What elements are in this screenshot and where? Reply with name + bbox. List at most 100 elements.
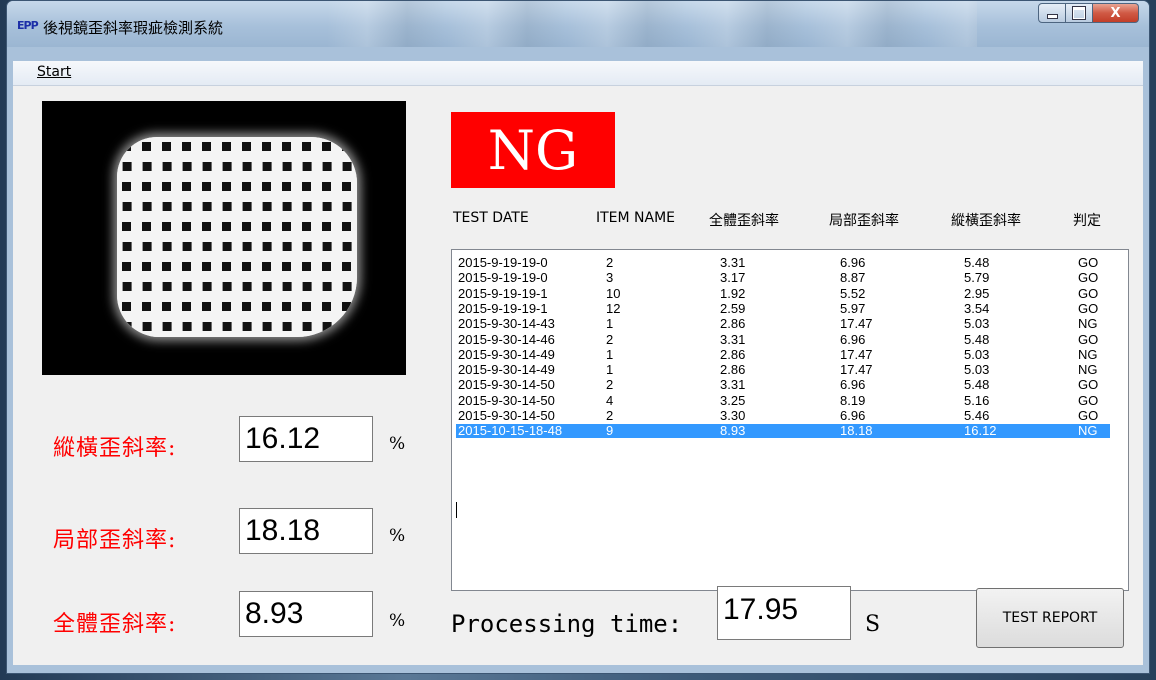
grid-square bbox=[222, 242, 232, 251]
grid-square bbox=[342, 222, 351, 231]
grid-square bbox=[242, 162, 252, 171]
grid-square bbox=[262, 162, 272, 171]
close-button[interactable]: X bbox=[1093, 3, 1139, 23]
menu-start-label: Start bbox=[37, 64, 72, 80]
grid-square bbox=[322, 222, 331, 231]
local-skew-unit: % bbox=[389, 526, 406, 546]
grid-square bbox=[142, 322, 152, 331]
grid-square bbox=[322, 302, 331, 311]
grid-square bbox=[342, 322, 352, 331]
grid-square bbox=[182, 142, 191, 151]
grid-square bbox=[222, 182, 231, 191]
grid-square bbox=[122, 142, 131, 151]
grid-square bbox=[182, 242, 192, 251]
grid-square bbox=[342, 182, 351, 191]
test-report-button[interactable]: TEST REPORT bbox=[976, 588, 1124, 648]
grid-square bbox=[242, 202, 252, 211]
cell-aspect: 5.46 bbox=[964, 408, 990, 423]
cell-judgement: GO bbox=[1078, 270, 1099, 286]
cell-judgement: GO bbox=[1078, 285, 1099, 301]
cell-overall: 2.86 bbox=[720, 316, 746, 332]
cell-local: 17.47 bbox=[840, 346, 873, 362]
grid-square bbox=[262, 302, 271, 311]
aspect-skew-field[interactable]: 16.12 bbox=[239, 416, 373, 462]
cell-date: 2015-10-15-18-48 bbox=[458, 423, 563, 439]
table-row[interactable]: 2015-9-19-19-1 10 1.92 5.52 2.95 GO bbox=[456, 285, 1110, 301]
grid-square bbox=[142, 202, 152, 211]
grid-square bbox=[202, 282, 212, 291]
header-overall-skew: 全體歪斜率 bbox=[709, 213, 779, 229]
aspect-skew-label: 縱橫歪斜率: bbox=[53, 436, 177, 461]
grid-square bbox=[242, 262, 251, 271]
processing-time-field[interactable]: 17.95 bbox=[717, 586, 851, 640]
menu-start[interactable]: Start bbox=[37, 64, 71, 80]
grid-square bbox=[182, 262, 191, 271]
cell-local: 17.47 bbox=[840, 316, 873, 332]
cell-aspect: 5.03 bbox=[964, 346, 990, 362]
grid-square bbox=[202, 182, 211, 191]
cell-item: 12 bbox=[606, 300, 621, 316]
cell-overall: 2.86 bbox=[720, 362, 746, 378]
cell-judgement: GO bbox=[1078, 300, 1099, 316]
table-row[interactable]: 2015-9-19-19-0 2 3.31 6.96 5.48 GO bbox=[456, 256, 1110, 270]
cell-item: 2 bbox=[606, 377, 614, 393]
grid-square bbox=[282, 262, 291, 271]
grid-square bbox=[342, 302, 351, 311]
table-row[interactable]: 2015-9-30-14-49 1 2.86 17.47 5.03 NG bbox=[456, 363, 1110, 377]
grid-square bbox=[142, 182, 151, 191]
grid-square bbox=[162, 282, 172, 291]
table-row[interactable]: 2015-9-19-19-0 3 3.17 8.87 5.79 GO bbox=[456, 271, 1110, 285]
table-row[interactable]: 2015-9-30-14-43 1 2.86 17.47 5.03 NG bbox=[456, 317, 1110, 331]
grid-square bbox=[122, 162, 132, 171]
grid-square bbox=[322, 142, 331, 151]
grid-square bbox=[142, 282, 152, 291]
grid-square bbox=[202, 322, 212, 331]
grid-square bbox=[222, 222, 231, 231]
window-title: 後視鏡歪斜率瑕疵檢測系統 bbox=[43, 19, 224, 37]
table-row[interactable]: 2015-9-30-14-50 4 3.25 8.19 5.16 GO bbox=[456, 392, 1110, 408]
header-aspect-skew: 縱橫歪斜率 bbox=[951, 213, 1021, 229]
maximize-icon bbox=[1073, 7, 1085, 19]
app-icon: EPP bbox=[17, 19, 39, 32]
table-row[interactable]: 2015-9-30-14-49 1 2.86 17.47 5.03 NG bbox=[456, 346, 1110, 362]
table-row-selected[interactable]: 2015-10-15-18-48 9 8.93 18.18 16.12 NG bbox=[456, 423, 1110, 439]
minimize-button[interactable] bbox=[1038, 3, 1066, 23]
cell-local: 5.97 bbox=[840, 300, 866, 316]
overall-skew-field[interactable]: 8.93 bbox=[239, 591, 373, 637]
results-list[interactable]: 2015-9-19-19-0 2 3.31 6.96 5.48 GO 2015-9-19-1… bbox=[451, 249, 1129, 591]
grid-square bbox=[322, 202, 332, 211]
mirror-grid-image bbox=[117, 137, 357, 337]
local-skew-field[interactable]: 18.18 bbox=[239, 508, 373, 554]
table-row[interactable]: 2015-9-30-14-50 2 3.31 6.96 5.48 GO bbox=[456, 378, 1110, 392]
grid-square bbox=[282, 242, 292, 251]
grid-square bbox=[262, 282, 272, 291]
grid-square bbox=[262, 142, 271, 151]
cell-local: 6.96 bbox=[840, 377, 866, 393]
grid-square bbox=[322, 322, 332, 331]
client-area: NG TEST DATE ITEM NAME 全體歪斜率 局部歪斜率 縱橫歪斜率… bbox=[13, 86, 1143, 665]
grid-square bbox=[202, 262, 211, 271]
cell-item: 2 bbox=[606, 331, 614, 347]
cell-overall: 2.59 bbox=[720, 300, 746, 316]
results-table-header: TEST DATE ITEM NAME 全體歪斜率 局部歪斜率 縱橫歪斜率 判定 bbox=[451, 210, 1131, 232]
grid-square bbox=[162, 322, 172, 331]
grid-square bbox=[142, 242, 152, 251]
cell-aspect: 5.48 bbox=[964, 255, 990, 270]
grid-square bbox=[122, 202, 132, 211]
grid-square bbox=[242, 242, 252, 251]
grid-square bbox=[302, 182, 311, 191]
maximize-button[interactable] bbox=[1066, 3, 1093, 23]
cell-local: 8.19 bbox=[840, 392, 866, 408]
grid-square bbox=[222, 142, 231, 151]
table-row[interactable]: 2015-9-30-14-50 2 3.30 6.96 5.46 GO bbox=[456, 409, 1110, 423]
grid-square bbox=[122, 242, 132, 251]
grid-square bbox=[242, 142, 251, 151]
table-row[interactable]: 2015-9-30-14-46 2 3.31 6.96 5.48 GO bbox=[456, 331, 1110, 347]
title-bar[interactable]: EPP 後視鏡歪斜率瑕疵檢測系統 X bbox=[7, 1, 1149, 47]
grid-square bbox=[162, 222, 171, 231]
table-row[interactable]: 2015-9-19-19-1 12 2.59 5.97 3.54 GO bbox=[456, 300, 1110, 316]
grid-square bbox=[342, 242, 352, 251]
grid-square bbox=[182, 322, 192, 331]
grid-square bbox=[342, 142, 351, 151]
grid-square bbox=[302, 162, 312, 171]
